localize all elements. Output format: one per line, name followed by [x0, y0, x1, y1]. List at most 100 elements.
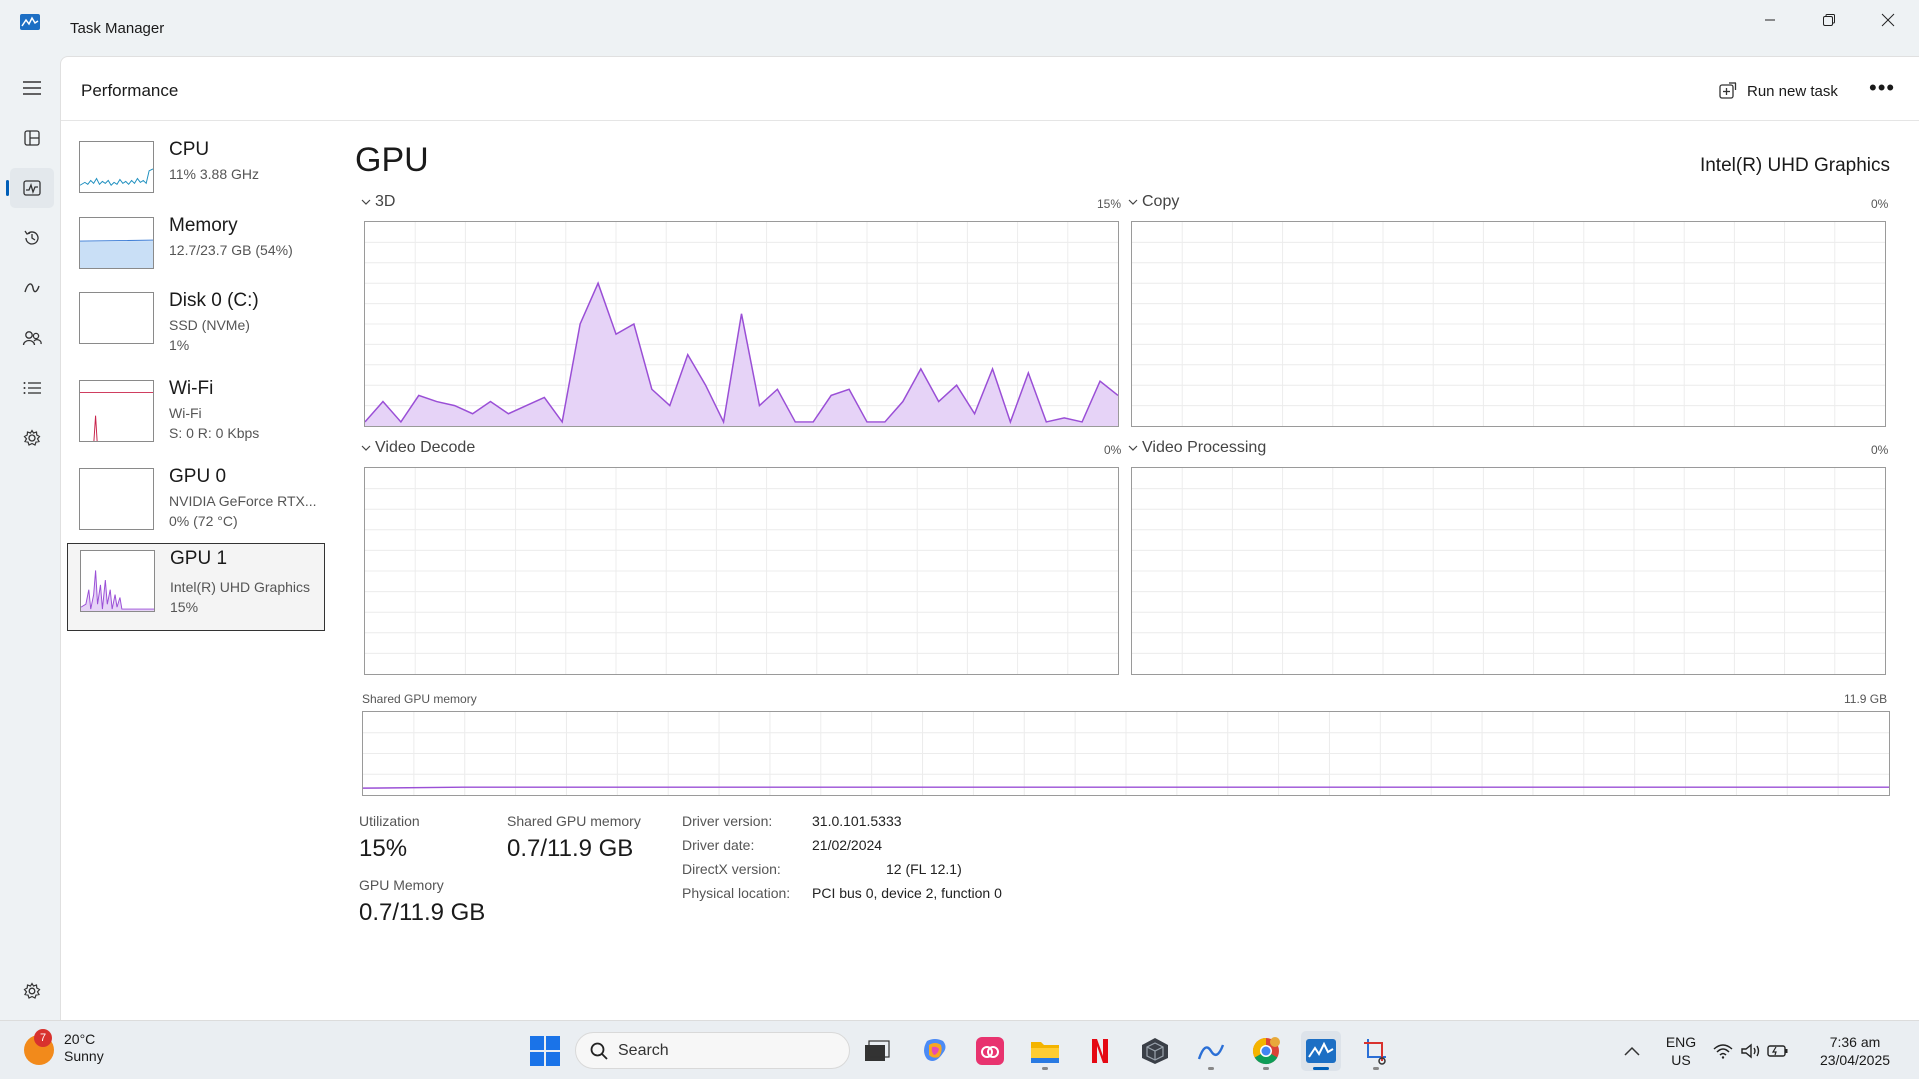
weather-widget[interactable]: 7 20°C Sunny [24, 1029, 104, 1065]
resource-cpu[interactable]: CPU 11% 3.88 GHz [67, 135, 325, 223]
nav-settings[interactable] [10, 971, 54, 1011]
start-button[interactable] [525, 1031, 565, 1071]
startup-icon [24, 283, 40, 293]
clock-time: 7:36 am [1829, 1034, 1881, 1050]
nav-performance[interactable] [6, 168, 54, 208]
task-manager-taskbar-button[interactable] [1301, 1031, 1341, 1071]
chrome-button[interactable] [1246, 1031, 1286, 1071]
chevron-down-icon [361, 445, 371, 451]
resource-detail: SSD (NVMe) [169, 317, 250, 333]
language-code: ENG [1665, 1034, 1697, 1050]
resource-usage: 15% [170, 599, 199, 615]
taskbar-search[interactable]: Search [575, 1032, 850, 1069]
chevron-down-icon [1128, 199, 1138, 205]
engine-selector-3d[interactable]: 3D [361, 193, 395, 211]
detail-title: GPU [355, 141, 429, 179]
utilization-value: 15% [359, 835, 408, 862]
page-title: Performance [81, 81, 179, 100]
engine-selector-copy[interactable]: Copy [1128, 193, 1179, 211]
close-icon [1881, 13, 1895, 27]
running-indicator [1373, 1067, 1379, 1070]
engine-selector-video-processing[interactable]: Video Processing [1128, 439, 1266, 457]
language-indicator[interactable]: ENG US [1664, 1033, 1698, 1069]
minimize-icon [1765, 19, 1775, 21]
stylus-app-button[interactable] [1191, 1031, 1231, 1071]
engine-percent: 0% [1871, 443, 1889, 457]
shared-gpu-memory-label: Shared GPU memory [507, 813, 641, 829]
resource-gpu1[interactable]: GPU 1 Intel(R) UHD Graphics 15% [67, 543, 325, 631]
nav-processes[interactable] [10, 118, 54, 158]
services-icon [23, 429, 41, 446]
resource-name: GPU 0 [169, 466, 227, 487]
processes-icon [24, 130, 40, 146]
driver-date-value: 21/02/2024 [812, 837, 883, 853]
driver-date-label: Driver date: [682, 837, 755, 853]
resource-disk[interactable]: Disk 0 (C:) SSD (NVMe) 1% [67, 286, 325, 374]
performance-icon [23, 180, 41, 196]
disk-thumbnail [79, 292, 154, 344]
nav-startup-apps[interactable] [10, 268, 54, 308]
search-placeholder: Search [618, 1041, 669, 1059]
task-view-button[interactable] [858, 1031, 898, 1071]
netflix-button[interactable] [1080, 1031, 1120, 1071]
creative-cloud-button[interactable] [970, 1031, 1010, 1071]
taskbar: 7 20°C Sunny Search ENG US 7:36 am 23/04… [0, 1020, 1919, 1079]
engine-label: Video Decode [375, 439, 476, 456]
page-header: Performance Run new task ••• [61, 57, 1919, 121]
engine-label: 3D [375, 193, 396, 210]
menu-toggle-button[interactable] [10, 68, 54, 108]
task-view-icon [865, 1040, 890, 1061]
resource-usage: 1% [169, 337, 190, 353]
gpu0-thumbnail [79, 468, 154, 530]
snipping-tool-icon [1364, 1039, 1386, 1065]
minimize-button[interactable] [1741, 0, 1799, 40]
show-hidden-icons-button[interactable] [1612, 1031, 1652, 1071]
nav-app-history[interactable] [10, 218, 54, 258]
weather-badge: 7 [34, 1029, 52, 1047]
engine-percent: 0% [1871, 197, 1889, 211]
engine-label: Video Processing [1142, 439, 1267, 456]
shared-memory-label: Shared GPU memory [362, 692, 477, 706]
app-cube-button[interactable] [1135, 1031, 1175, 1071]
weather-temperature: 20°C [64, 1031, 96, 1047]
resource-detail: 12.7/23.7 GB (54%) [169, 242, 293, 258]
resource-name: Wi-Fi [169, 378, 214, 399]
nav-users[interactable] [10, 318, 54, 358]
settings-gear-icon [23, 982, 41, 999]
quick-settings-button[interactable] [1706, 1031, 1796, 1071]
netflix-icon [1092, 1039, 1108, 1063]
running-indicator [1042, 1067, 1048, 1070]
file-explorer-button[interactable] [1025, 1031, 1065, 1071]
snipping-tool-button[interactable] [1356, 1031, 1396, 1071]
resource-name: Disk 0 (C:) [169, 290, 259, 311]
chart-video-processing [1131, 467, 1886, 675]
running-indicator [1263, 1067, 1269, 1070]
nav-services[interactable] [10, 418, 54, 458]
more-options-button[interactable]: ••• [1869, 77, 1895, 99]
resource-wifi[interactable]: Wi-Fi Wi-Fi S: 0 R: 0 Kbps [67, 374, 325, 462]
directx-version-value: 12 (FL 12.1) [886, 861, 962, 877]
memory-thumbnail [79, 217, 154, 269]
volume-icon [1741, 1043, 1760, 1059]
copilot-button[interactable] [915, 1031, 955, 1071]
engine-selector-video-decode[interactable]: Video Decode [361, 439, 475, 457]
physical-location-label: Physical location: [682, 885, 791, 901]
chart-video-decode [364, 467, 1119, 675]
details-icon [23, 382, 41, 394]
running-indicator [1313, 1067, 1329, 1070]
hamburger-icon [23, 81, 41, 95]
resource-name: Memory [169, 215, 238, 236]
close-button[interactable] [1859, 0, 1917, 40]
chart-3d [364, 221, 1119, 427]
chevron-down-icon [361, 199, 371, 205]
clock[interactable]: 7:36 am 23/04/2025 [1810, 1033, 1900, 1069]
region-code: US [1671, 1052, 1691, 1068]
resource-gpu0[interactable]: GPU 0 NVIDIA GeForce RTX... 0% (72 °C) [67, 462, 325, 550]
driver-version-value: 31.0.101.5333 [812, 813, 902, 829]
resource-name: CPU [169, 139, 210, 160]
nav-details[interactable] [10, 368, 54, 408]
chart-copy [1131, 221, 1886, 427]
restore-button[interactable] [1800, 0, 1858, 40]
physical-location-value: PCI bus 0, device 2, function 0 [812, 885, 1002, 901]
run-new-task-button[interactable]: Run new task [1719, 75, 1838, 107]
